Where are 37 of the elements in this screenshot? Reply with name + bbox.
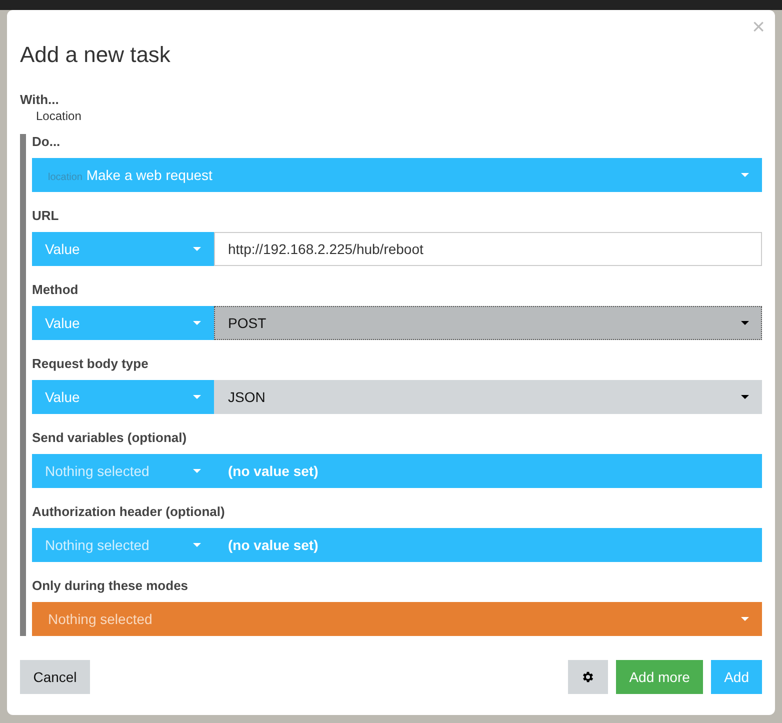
close-button[interactable]: × xyxy=(752,14,765,40)
field-label: Authorization header (optional) xyxy=(32,504,226,521)
value-text: (no value set) xyxy=(214,528,762,562)
caret-icon xyxy=(193,247,201,251)
cancel-button[interactable]: Cancel xyxy=(20,660,90,694)
source-select[interactable]: Value xyxy=(32,306,214,340)
field-label: URL xyxy=(32,208,60,225)
caret-icon xyxy=(741,395,749,399)
source-select[interactable]: Nothing selected xyxy=(32,528,214,562)
value-text: (no value set) xyxy=(214,454,762,488)
field-label: Request body type xyxy=(32,356,150,373)
settings-button[interactable] xyxy=(568,660,608,694)
field-label: Method xyxy=(32,282,80,299)
field-label: Do... xyxy=(32,134,62,151)
add-button[interactable]: Add xyxy=(711,660,762,694)
dialog-title: Add a new task xyxy=(20,41,170,69)
url-field[interactable]: http://192.168.2.225/hub/reboot xyxy=(214,232,762,266)
field-label: Send variables (optional) xyxy=(32,430,188,447)
caret-icon xyxy=(193,321,201,325)
device-name: Location xyxy=(35,109,82,124)
source-select[interactable]: Value xyxy=(32,232,214,266)
field-label: With... xyxy=(20,92,60,109)
source-select[interactable]: Nothing selected xyxy=(32,454,214,488)
caret-icon xyxy=(193,543,201,547)
option-select[interactable]: JSON xyxy=(214,380,762,414)
caret-icon xyxy=(741,173,749,177)
caret-icon xyxy=(741,617,749,621)
field-label: Only during these modes xyxy=(32,578,190,595)
settings-icon xyxy=(581,670,596,684)
modes-select[interactable]: Nothing selected xyxy=(32,602,762,636)
add-more-button[interactable]: Add more xyxy=(616,660,704,694)
source-select[interactable]: Value xyxy=(32,380,214,414)
action-select[interactable]: location Make a web request xyxy=(32,158,762,192)
caret-icon xyxy=(193,469,201,473)
option-select[interactable]: POST xyxy=(214,306,762,340)
caret-icon xyxy=(741,321,749,325)
caret-icon xyxy=(193,395,201,399)
